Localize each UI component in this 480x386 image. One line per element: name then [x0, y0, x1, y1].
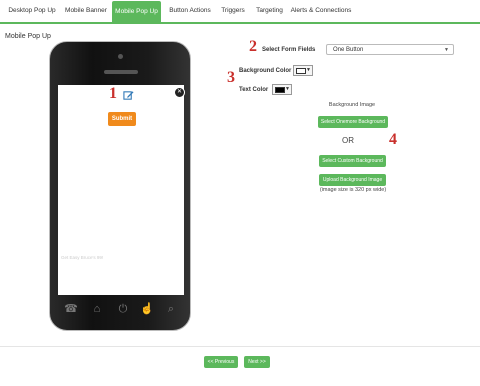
- marker-2: 2: [249, 38, 257, 55]
- chevron-down-icon: ▼: [285, 86, 290, 92]
- marker-4: 4: [389, 131, 397, 148]
- select-custom-background-button[interactable]: Select Custom Background: [319, 155, 386, 167]
- chevron-down-icon: ▼: [444, 47, 449, 53]
- image-size-note: (image size is 320 px wide): [319, 187, 387, 193]
- marker-1: 1: [109, 85, 117, 102]
- marker-3: 3: [227, 69, 235, 86]
- chevron-down-icon: ▼: [306, 67, 311, 73]
- tab-button-actions[interactable]: Button Actions: [165, 2, 215, 20]
- tab-desktop-pop-up[interactable]: Desktop Pop Up: [6, 2, 58, 20]
- text-color-label: Text Color: [239, 87, 269, 93]
- background-image-title: Background Image: [328, 102, 376, 108]
- background-color-picker[interactable]: ▼: [293, 65, 313, 76]
- form-fields-value: One Button: [333, 47, 364, 53]
- select-onemore-background-button[interactable]: Select Onemore Background: [318, 116, 388, 128]
- select-form-fields-label: Select Form Fields: [262, 47, 316, 53]
- close-icon[interactable]: ✕: [174, 87, 185, 98]
- tab-targeting[interactable]: Targeting: [252, 2, 287, 20]
- background-color-chip: [296, 68, 306, 74]
- section-title: Mobile Pop Up: [5, 33, 51, 40]
- background-color-label: Background Color: [239, 68, 292, 74]
- upload-background-image-button[interactable]: Upload Background Image: [319, 174, 386, 186]
- phone-speaker: [104, 70, 138, 74]
- search-icon: ⌕: [167, 303, 175, 315]
- tab-alerts-connections[interactable]: Alerts & Connections: [289, 2, 353, 20]
- phone-call-icon: ☎: [64, 303, 78, 315]
- tab-bar: Desktop Pop Up Mobile Banner Mobile Pop …: [0, 0, 480, 24]
- footer-divider: [0, 346, 480, 347]
- previous-button[interactable]: << Previous: [204, 356, 238, 368]
- tab-mobile-banner[interactable]: Mobile Banner: [62, 2, 110, 20]
- text-color-chip: [275, 87, 285, 93]
- phone-preview: 1 ✕ Submit Get Easy Bruce's 99! ☎ ⌂ ⏻ ☝ …: [49, 41, 191, 331]
- or-separator: OR: [342, 136, 354, 145]
- text-color-picker[interactable]: ▼: [272, 84, 292, 95]
- home-icon: ⌂: [93, 303, 101, 315]
- next-button[interactable]: Next >>: [244, 356, 270, 368]
- phone-nav-bar: ☎ ⌂ ⏻ ☝ ⌕: [60, 298, 182, 320]
- form-fields-select[interactable]: One Button ▼: [326, 44, 454, 55]
- popup-footer-text: Get Easy Bruce's 99!: [61, 255, 104, 260]
- tab-mobile-pop-up[interactable]: Mobile Pop Up: [112, 1, 161, 22]
- submit-button[interactable]: Submit: [108, 112, 136, 126]
- power-icon: ⏻: [118, 303, 128, 315]
- touch-icon: ☝: [140, 303, 154, 315]
- phone-camera: [118, 54, 123, 59]
- edit-icon[interactable]: [123, 90, 134, 101]
- tab-triggers[interactable]: Triggers: [218, 2, 248, 20]
- phone-screen: 1 ✕ Submit Get Easy Bruce's 99!: [58, 85, 185, 295]
